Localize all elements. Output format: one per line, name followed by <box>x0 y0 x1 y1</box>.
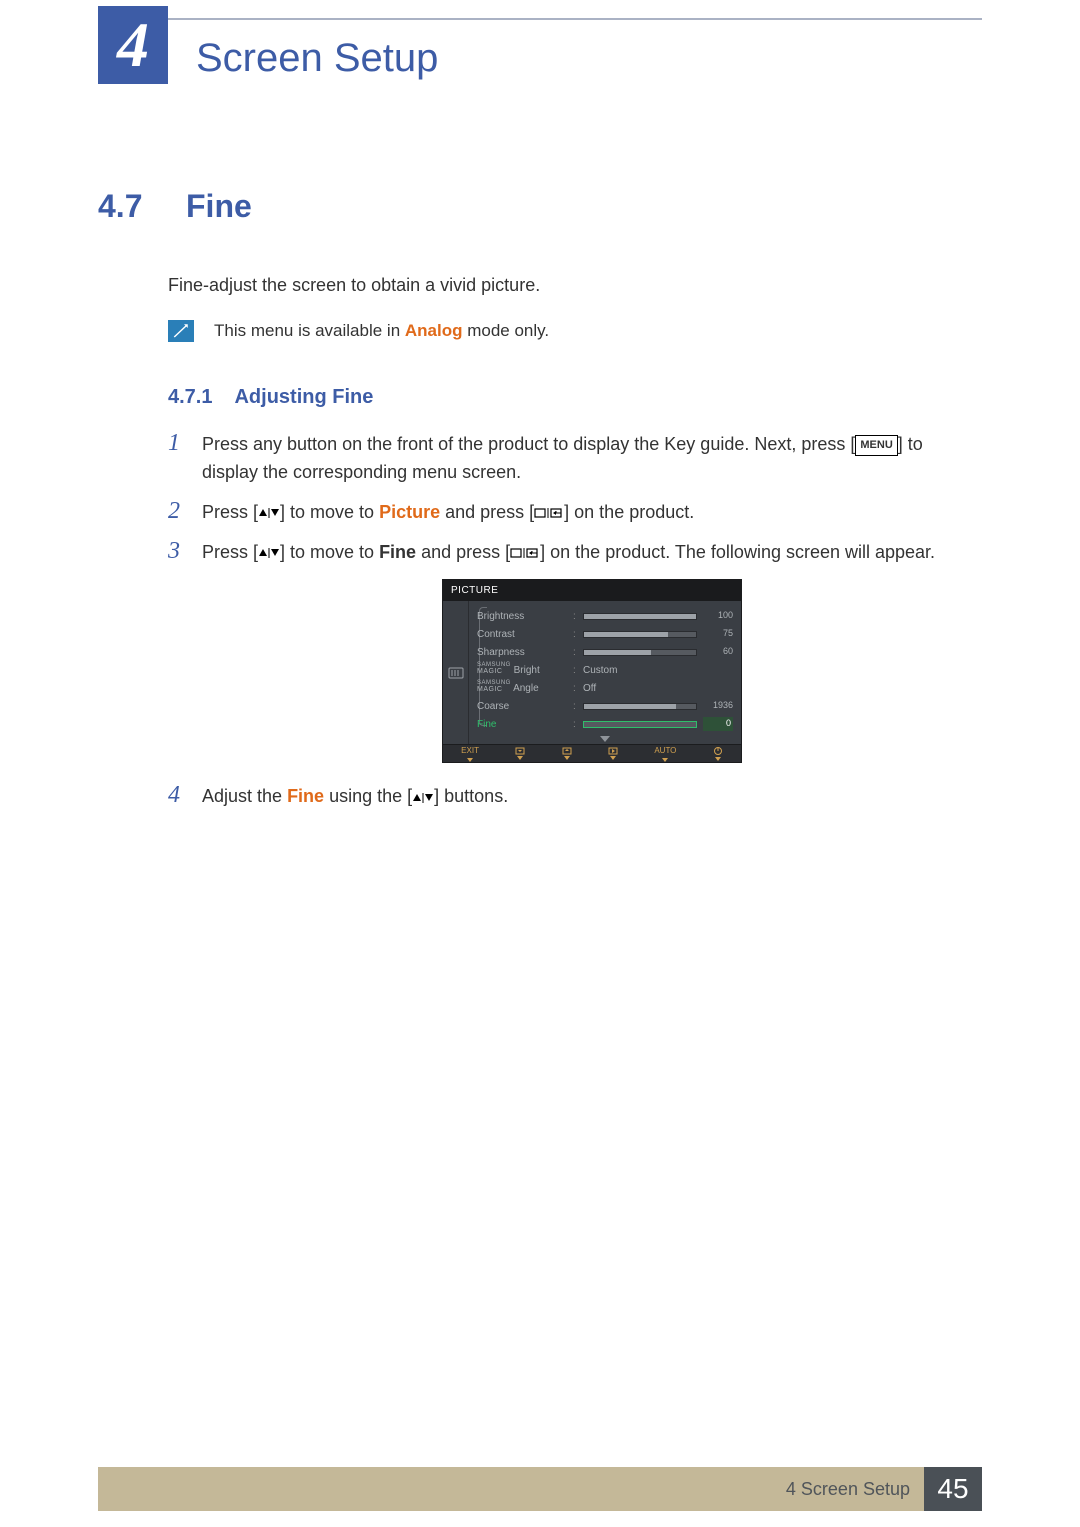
chapter-number: 4 <box>98 6 168 84</box>
osd-title: PICTURE <box>443 580 741 602</box>
note-pre: This menu is available in <box>214 321 405 340</box>
slider-icon <box>583 649 697 656</box>
section-number: 4.7 <box>98 188 156 225</box>
up-down-icon <box>258 547 280 559</box>
slider-icon <box>583 721 697 728</box>
magic-tag: SAMSUNGMAGIC <box>477 681 511 693</box>
menu-key-icon: MENU <box>855 435 897 456</box>
section-title: Fine <box>186 188 252 225</box>
text: ] to move to <box>280 502 379 522</box>
text: using the [ <box>324 786 412 806</box>
step-num: 2 <box>168 499 186 523</box>
footer-label: 4 Screen Setup <box>98 1467 924 1511</box>
step-3: 3 Press [ ] to move to Fine and press [ ] … <box>168 539 982 771</box>
osd-row-magic-bright: SAMSUNGMAGIC Bright : Custom <box>477 661 733 679</box>
text: ] buttons. <box>434 786 508 806</box>
osd-footer-auto: AUTO <box>654 745 676 762</box>
osd-screenshot: PICTURE Brightness : 100 <box>442 579 742 764</box>
step-body: Press any button on the front of the pro… <box>202 431 982 487</box>
subsection-header: 4.7.1 Adjusting Fine <box>168 386 982 409</box>
step-num: 3 <box>168 539 186 563</box>
section-body: 4.7 Fine Fine-adjust the screen to obtai… <box>98 188 982 823</box>
section-header: 4.7 Fine <box>98 188 982 225</box>
osd-value: 75 <box>703 627 733 641</box>
up-down-icon <box>258 507 280 519</box>
osd-row-brightness: Brightness : 100 <box>477 607 733 625</box>
osd-value: 60 <box>703 645 733 659</box>
up-down-icon <box>412 792 434 804</box>
osd-label: Brightness <box>477 609 567 625</box>
text-emph: Fine <box>379 542 416 562</box>
osd-value: 0 <box>703 717 733 731</box>
slider-icon <box>583 631 697 638</box>
slider-icon <box>583 703 697 710</box>
osd-row-sharpness: Sharpness : 60 <box>477 643 733 661</box>
step-body: Press [ ] to move to Fine and press [ ] on… <box>202 539 982 771</box>
osd-footer: EXIT AUTO <box>443 744 741 762</box>
text: Adjust the <box>202 786 287 806</box>
down-icon <box>515 747 525 760</box>
step-body: Press [ ] to move to Picture and press []… <box>202 499 982 527</box>
step-body: Adjust the Fine using the [ ] buttons. <box>202 783 982 811</box>
chapter-title: Screen Setup <box>196 36 438 81</box>
step-num: 4 <box>168 783 186 807</box>
right-icon <box>608 747 618 760</box>
osd-value: Custom <box>583 663 697 679</box>
up-icon <box>562 747 572 760</box>
osd-row-coarse: Coarse : 1936 <box>477 697 733 715</box>
osd-value: 1936 <box>703 699 733 713</box>
slider-icon <box>583 613 697 620</box>
text: ] to move to <box>280 542 379 562</box>
chevron-down-icon <box>600 736 610 742</box>
text: Press any button on the front of the pro… <box>202 434 855 454</box>
osd-label: Sharpness <box>477 645 567 661</box>
note-post: mode only. <box>462 321 549 340</box>
note-icon <box>168 320 194 342</box>
osd-footer-exit: EXIT <box>461 745 479 762</box>
note-text: This menu is available in Analog mode on… <box>214 321 549 341</box>
text-emph: Picture <box>379 502 440 522</box>
source-enter-icon <box>510 547 540 559</box>
text: and press [ <box>440 502 534 522</box>
subsection-title: Adjusting Fine <box>234 386 373 409</box>
osd-main: Brightness : 100 Contrast : 75 <box>469 601 741 744</box>
osd-label: SAMSUNGMAGIC Bright <box>477 663 567 679</box>
step-num: 1 <box>168 431 186 455</box>
text: Press [ <box>202 502 258 522</box>
text: and press [ <box>416 542 510 562</box>
osd-value: Off <box>583 681 697 697</box>
osd-label: SAMSUNGMAGIC Angle <box>477 681 567 697</box>
osd-label: Fine <box>477 717 567 733</box>
header-rule <box>98 18 982 20</box>
step-2: 2 Press [ ] to move to Picture and press … <box>168 499 982 527</box>
power-icon <box>713 746 723 761</box>
osd-row-contrast: Contrast : 75 <box>477 625 733 643</box>
source-enter-icon <box>534 507 564 519</box>
page-footer: 4 Screen Setup 45 <box>98 1467 982 1511</box>
osd-row-magic-angle: SAMSUNGMAGIC Angle : Off <box>477 679 733 697</box>
section-intro: Fine-adjust the screen to obtain a vivid… <box>168 273 982 298</box>
osd-value: 100 <box>703 609 733 623</box>
step-4: 4 Adjust the Fine using the [ ] buttons. <box>168 783 982 811</box>
step-1: 1 Press any button on the front of the p… <box>168 431 982 487</box>
text: ] on the product. The following screen w… <box>540 542 935 562</box>
magic-tag: SAMSUNGMAGIC <box>477 663 511 675</box>
osd-side-icon <box>443 601 469 744</box>
text: ] on the product. <box>564 502 694 522</box>
osd-body: Brightness : 100 Contrast : 75 <box>443 601 741 744</box>
osd-label: Contrast <box>477 627 567 643</box>
subsection-number: 4.7.1 <box>168 386 212 409</box>
text: Press [ <box>202 542 258 562</box>
note-emph: Analog <box>405 321 463 340</box>
steps-list: 1 Press any button on the front of the p… <box>168 431 982 811</box>
text-emph: Fine <box>287 786 324 806</box>
note-row: This menu is available in Analog mode on… <box>168 320 982 342</box>
page-number: 45 <box>924 1467 982 1511</box>
osd-label: Coarse <box>477 699 567 715</box>
osd-row-fine: Fine : 0 <box>477 715 733 733</box>
